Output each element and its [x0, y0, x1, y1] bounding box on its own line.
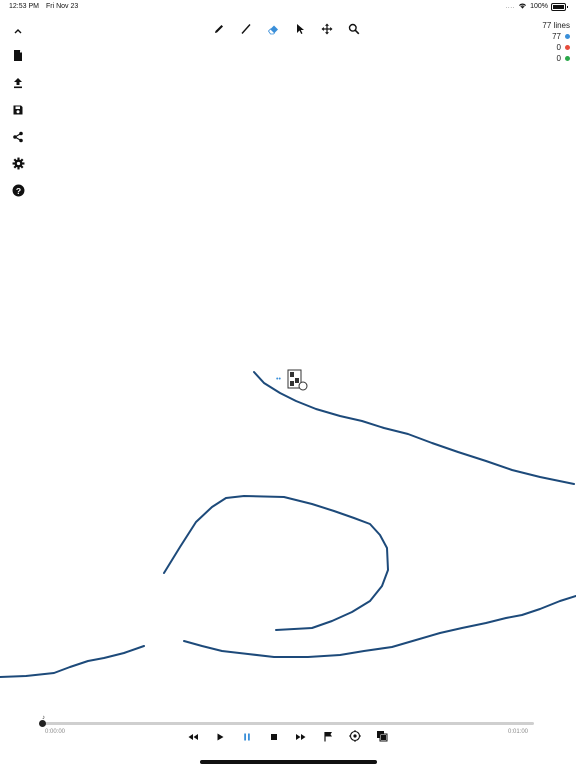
- pause-icon: [242, 729, 252, 747]
- fast-forward-button[interactable]: [292, 729, 310, 747]
- drawing-toolbar: [210, 22, 363, 40]
- flag-icon: [323, 729, 333, 747]
- share-icon: [12, 130, 24, 148]
- select-tool-button[interactable]: [291, 22, 309, 40]
- timeline-thumb[interactable]: [39, 720, 46, 727]
- timeline-start-time: 0:00:00: [45, 729, 66, 735]
- upload-icon: [12, 76, 24, 94]
- timeline-slider[interactable]: ♪: [39, 715, 536, 727]
- layers-icon: [376, 729, 388, 747]
- eraser-cursor-icon: ••: [276, 369, 308, 391]
- eraser-icon: [267, 22, 280, 40]
- gear-icon: [12, 157, 25, 175]
- move-tool-button[interactable]: [318, 22, 336, 40]
- stroke-bottom-right: [183, 595, 576, 658]
- help-icon: ?: [12, 184, 25, 202]
- line-icon: [240, 22, 252, 40]
- target-button[interactable]: [346, 729, 364, 747]
- document-icon: [12, 49, 24, 67]
- stat-row-green: 0: [542, 53, 570, 64]
- move-icon: [321, 22, 333, 40]
- stop-icon: [269, 729, 279, 747]
- fast-forward-icon: [295, 729, 307, 747]
- upload-button[interactable]: [9, 76, 27, 94]
- eraser-tool-button[interactable]: [264, 22, 282, 40]
- rewind-icon: [187, 729, 199, 747]
- help-button[interactable]: ?: [9, 184, 27, 202]
- svg-text:?: ?: [15, 186, 20, 196]
- target-icon: [349, 729, 361, 747]
- pencil-tool-button[interactable]: [210, 22, 228, 40]
- flag-button[interactable]: [319, 729, 337, 747]
- magnifier-icon: [348, 22, 360, 40]
- line-tool-button[interactable]: [237, 22, 255, 40]
- green-dot-icon: [565, 56, 570, 61]
- collapse-button[interactable]: [9, 22, 27, 40]
- stat-count: 0: [556, 54, 561, 63]
- rewind-button[interactable]: [184, 729, 202, 747]
- layers-button[interactable]: [373, 729, 391, 747]
- playback-controls: [184, 729, 391, 747]
- stat-count: 0: [556, 43, 561, 52]
- stat-count: 77: [552, 32, 561, 41]
- stroke-bottom-left: [0, 645, 145, 678]
- svg-text:••: ••: [276, 376, 281, 383]
- home-indicator[interactable]: [200, 760, 377, 764]
- left-sidebar: ?: [9, 22, 27, 211]
- settings-button[interactable]: [9, 157, 27, 175]
- drawing-canvas[interactable]: ••: [0, 0, 576, 768]
- save-icon: [12, 103, 24, 121]
- red-dot-icon: [565, 45, 570, 50]
- save-button[interactable]: [9, 103, 27, 121]
- chevron-up-icon: [13, 22, 23, 40]
- pencil-icon: [213, 22, 225, 40]
- pointer-icon: [295, 22, 305, 40]
- total-lines: 77 lines: [542, 21, 570, 30]
- timeline-end-time: 0:01:00: [508, 729, 529, 735]
- zoom-tool-button[interactable]: [345, 22, 363, 40]
- stat-row-red: 0: [542, 42, 570, 53]
- stat-row-blue: 77: [542, 31, 570, 42]
- new-document-button[interactable]: [9, 49, 27, 67]
- pause-button[interactable]: [238, 729, 256, 747]
- blue-dot-icon: [565, 34, 570, 39]
- line-stats: 77 lines 77 0 0: [542, 20, 570, 64]
- music-note-icon: ♪: [42, 715, 45, 721]
- play-button[interactable]: [211, 729, 229, 747]
- stroke-loop: [163, 495, 389, 631]
- play-icon: [215, 729, 225, 747]
- stop-button[interactable]: [265, 729, 283, 747]
- share-button[interactable]: [9, 130, 27, 148]
- timeline-track: [42, 722, 534, 725]
